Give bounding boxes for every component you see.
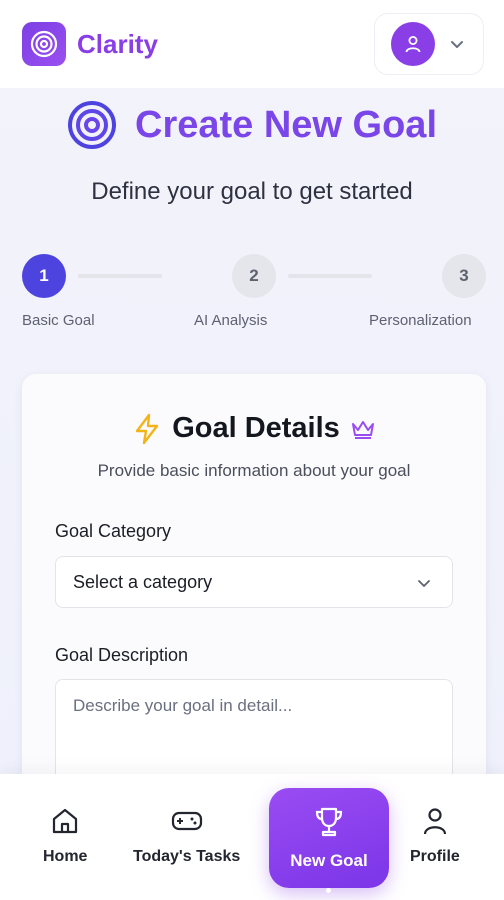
category-label: Goal Category	[55, 521, 172, 541]
target-icon	[30, 30, 58, 58]
card-header: Goal Details	[22, 412, 486, 445]
step-1-label: Basic Goal	[22, 312, 95, 329]
step-connector	[78, 274, 162, 278]
category-select[interactable]: Select a category	[55, 556, 453, 608]
crown-icon	[351, 420, 374, 439]
description-label: Goal Description	[55, 645, 189, 665]
home-icon	[53, 808, 78, 834]
profile-menu-button[interactable]	[374, 13, 484, 75]
description-placeholder: Describe your goal in detail...	[73, 696, 293, 715]
user-icon	[405, 36, 421, 53]
page-title: Create New Goal	[135, 103, 437, 146]
page-subtitle: Define your goal to get started	[91, 178, 413, 205]
step-1-indicator[interactable]: 1	[22, 254, 66, 298]
nav-profile[interactable]: Profile	[410, 806, 460, 866]
nav-profile-label: Profile	[410, 848, 460, 865]
category-select-value: Select a category	[73, 571, 213, 592]
nav-new-goal-label: New Goal	[290, 851, 368, 870]
page-heading: Create New Goal	[0, 100, 504, 150]
nav-home[interactable]: Home	[43, 806, 87, 866]
card-title: Goal Details	[172, 412, 340, 444]
nav-todays-tasks[interactable]: Today's Tasks	[133, 806, 240, 866]
app-header: Clarity	[0, 0, 504, 88]
nav-todays-tasks-label: Today's Tasks	[133, 848, 241, 865]
step-connector	[288, 274, 372, 278]
avatar	[391, 22, 435, 66]
trophy-icon	[315, 807, 343, 837]
gamepad-icon	[171, 811, 202, 831]
nav-home-label: Home	[43, 848, 88, 865]
step-2-indicator[interactable]: 2	[232, 254, 276, 298]
lightning-icon	[135, 413, 159, 444]
card-subtitle: Provide basic information about your goa…	[97, 461, 411, 480]
user-icon	[423, 808, 446, 835]
step-2-label: AI Analysis	[194, 312, 268, 329]
app-name: Clarity	[77, 28, 158, 59]
app-logo[interactable]	[22, 22, 66, 66]
bottom-navigation: Home Today's Tasks New Goal Profile	[0, 774, 504, 900]
chevron-down-icon	[418, 580, 430, 587]
active-indicator-dot	[326, 888, 331, 893]
goal-details-card: Goal Details Provide basic information a…	[22, 374, 486, 799]
target-icon	[68, 101, 116, 149]
step-3-label: Personalization	[369, 312, 472, 329]
step-3-indicator[interactable]: 3	[442, 254, 486, 298]
chevron-down-icon	[451, 41, 463, 48]
nav-new-goal[interactable]: New Goal	[269, 788, 389, 888]
